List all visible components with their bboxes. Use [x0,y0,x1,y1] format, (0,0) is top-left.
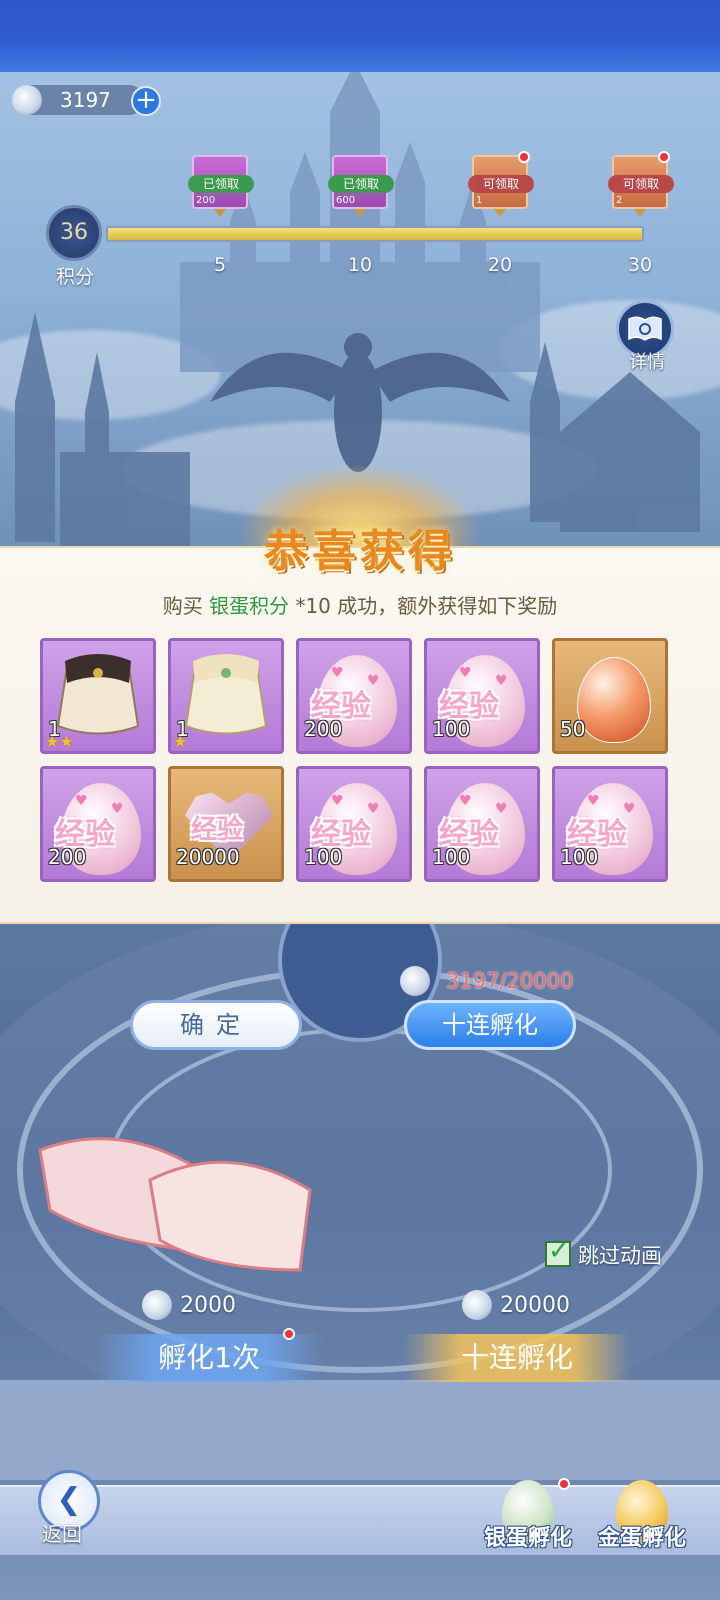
milestone-chest-30[interactable]: 可领取 2 [608,155,674,209]
purchase-prefix: 购买 [162,594,203,618]
chest-count: 1 [476,195,483,206]
ten-cost-value: 20000 [500,1292,570,1318]
item-quantity: 200 [48,845,87,869]
reward-item[interactable]: 50 [552,638,668,754]
milestone-chest-10[interactable]: 已领取 600 [328,155,394,209]
milestone-chest-5[interactable]: 已领取 200 [188,155,254,209]
exp-text: 经验 [191,815,244,845]
notification-dot [558,1478,570,1490]
hatch-once-button[interactable]: 孵化1次 [96,1334,322,1382]
purchase-suffix: *10 成功，额外获得如下奖励 [295,594,558,618]
score-progress-bar [106,226,644,242]
reward-item[interactable]: ♥ ♥ 经验 100 [424,638,540,754]
reward-item[interactable]: ♥ ♥ 经验 200 [296,638,412,754]
ten-hatch-cost-bottom: 20000 [462,1290,570,1320]
confirm-button[interactable]: 确定 [130,1000,302,1050]
chest-count: 600 [336,195,356,206]
reward-item[interactable]: ♥ ♥ 经验 200 [40,766,156,882]
ten-hatch-cost: 3197/20000 [400,966,573,996]
score-label: 积分 [55,266,94,288]
back-label: 返回 [42,1522,82,1546]
reward-grid: 1 ★★ 1 ★ ♥ ♥ 经验 200 ♥ ♥ 经验 100 50 ♥ ♥ 经验… [40,638,668,882]
milestone-tick [494,209,506,217]
ten-hatch-again-button[interactable]: 十连孵化 [404,1000,576,1050]
crystal-egg-icon [577,657,651,743]
chest-status: 已领取 [328,175,394,193]
silver-egg-coin-icon [400,966,430,996]
reward-title: 恭喜获得 [264,526,456,577]
notification-dot [283,1328,295,1340]
item-quantity: 100 [432,845,471,869]
add-currency-button[interactable]: + [131,86,161,116]
hatch-stage-art [0,920,720,1480]
item-quantity: 100 [304,845,343,869]
silver-egg-coin-icon [462,1290,492,1320]
silver-coin-balance: 3197 [12,85,144,115]
chest-status: 已领取 [188,175,254,193]
reward-item[interactable]: 1 ★ [168,638,284,754]
milestone-tick [354,209,366,217]
single-cost-value: 2000 [180,1292,236,1318]
star-rating: ★ [173,732,188,751]
tab-label: 金蛋孵化 [597,1526,686,1551]
top-banner [0,0,720,72]
skip-animation-label: 跳过动画 [578,1244,662,1268]
cost-progress: 3197/20000 [446,969,574,993]
purchase-message: 购买 银蛋积分 *10 成功，额外获得如下奖励 [0,590,720,619]
milestone-points: 30 [627,254,653,276]
balance-amount: 3197 [60,88,111,112]
score-value: 36 [46,205,102,261]
purchase-highlight: 银蛋积分 [209,594,290,618]
chest-status: 可领取 [608,175,674,193]
score-progress-fill [108,228,642,240]
star-rating: ★★ [45,732,74,751]
chest-count: 200 [196,195,216,206]
milestone-chest-20[interactable]: 可领取 1 [468,155,534,209]
reward-item[interactable]: 1 ★★ [40,638,156,754]
item-quantity: 200 [304,717,343,741]
reward-item[interactable]: 经验 20000 [168,766,284,882]
item-quantity: 100 [560,845,599,869]
back-arrow-icon: ❮ [56,1482,82,1517]
chest-count: 2 [616,195,623,206]
silver-egg-coin-icon [142,1290,172,1320]
tab-silver-egg-hatch[interactable]: 银蛋孵化 [468,1480,588,1556]
milestone-points: 5 [213,254,227,276]
single-hatch-cost: 2000 [142,1290,236,1320]
chest-status: 可领取 [468,175,534,193]
item-quantity: 100 [432,717,471,741]
silver-egg-coin-icon [12,85,42,115]
milestone-tick [214,209,226,217]
milestone-points: 10 [347,254,373,276]
tab-gold-egg-hatch[interactable]: 金蛋孵化 [582,1480,702,1556]
tab-label: 银蛋孵化 [483,1526,572,1551]
notification-dot [518,151,530,163]
item-quantity: 50 [560,717,586,741]
milestone-points: 20 [487,254,513,276]
hatch-ten-button[interactable]: 十连孵化 [404,1334,630,1382]
detail-label: 详情 [629,352,665,373]
milestone-tick [634,209,646,217]
item-quantity: 20000 [176,845,240,869]
check-icon: ✓ [548,1236,570,1266]
notification-dot [658,151,670,163]
reward-item[interactable]: ♥ ♥ 经验 100 [296,766,412,882]
reward-item[interactable]: ♥ ♥ 经验 100 [424,766,540,882]
reward-item[interactable]: ♥ ♥ 经验 100 [552,766,668,882]
